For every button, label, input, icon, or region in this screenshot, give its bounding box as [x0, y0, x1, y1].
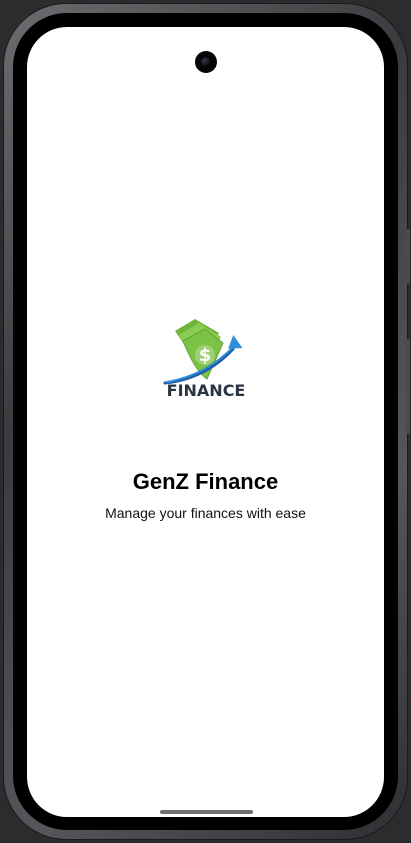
phone-frame: $ FINANCE GenZ Finance Manage your finan…	[4, 4, 410, 839]
app-title: GenZ Finance	[132, 469, 279, 494]
app-logo: $ FINANCE	[161, 315, 251, 410]
side-button-top	[406, 229, 410, 284]
svg-text:$: $	[199, 345, 212, 366]
app-subtitle: Manage your finances with ease	[105, 505, 306, 521]
phone-bezel: $ FINANCE GenZ Finance Manage your finan…	[13, 13, 398, 830]
front-camera	[195, 51, 217, 73]
splash-screen: $ FINANCE GenZ Finance Manage your finan…	[27, 27, 384, 817]
money-bills-growth-icon: $	[163, 319, 243, 385]
side-button-bottom	[406, 339, 410, 434]
logo-wordmark: FINANCE	[166, 381, 246, 400]
home-indicator[interactable]	[160, 810, 253, 814]
